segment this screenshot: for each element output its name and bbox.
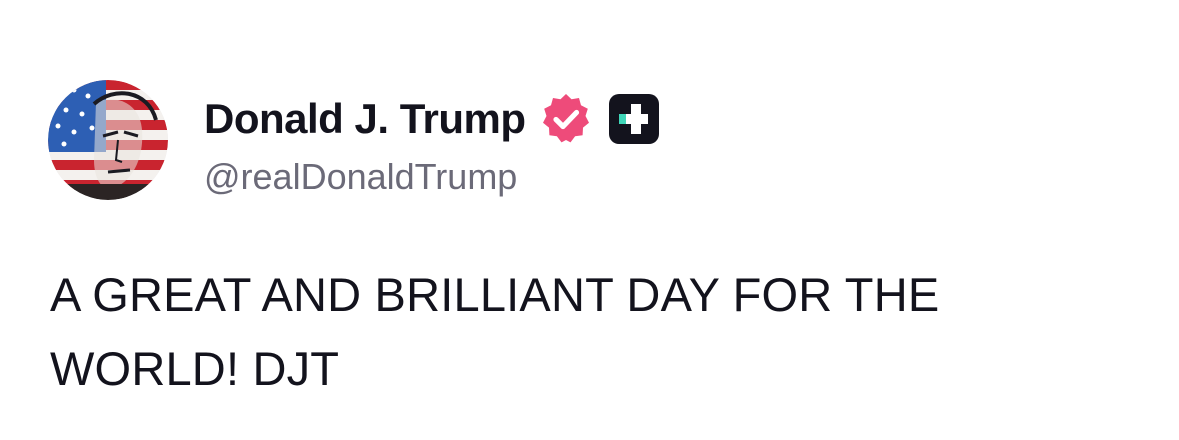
post-body-text: A GREAT AND BRILLIANT DAY FOR THE WORLD!… [50,268,940,395]
author-name-row: Donald J. Trump [204,94,662,144]
author-handle[interactable]: @realDonaldTrump [204,156,517,198]
verified-check-icon [542,94,589,143]
post-card: Donald J. Trump @realDonaldTrump A GREAT… [0,0,1179,440]
avatar-image [48,80,168,200]
avatar[interactable] [48,80,168,200]
plus-badge-icon [608,94,659,144]
author-display-name[interactable]: Donald J. Trump [204,95,526,143]
